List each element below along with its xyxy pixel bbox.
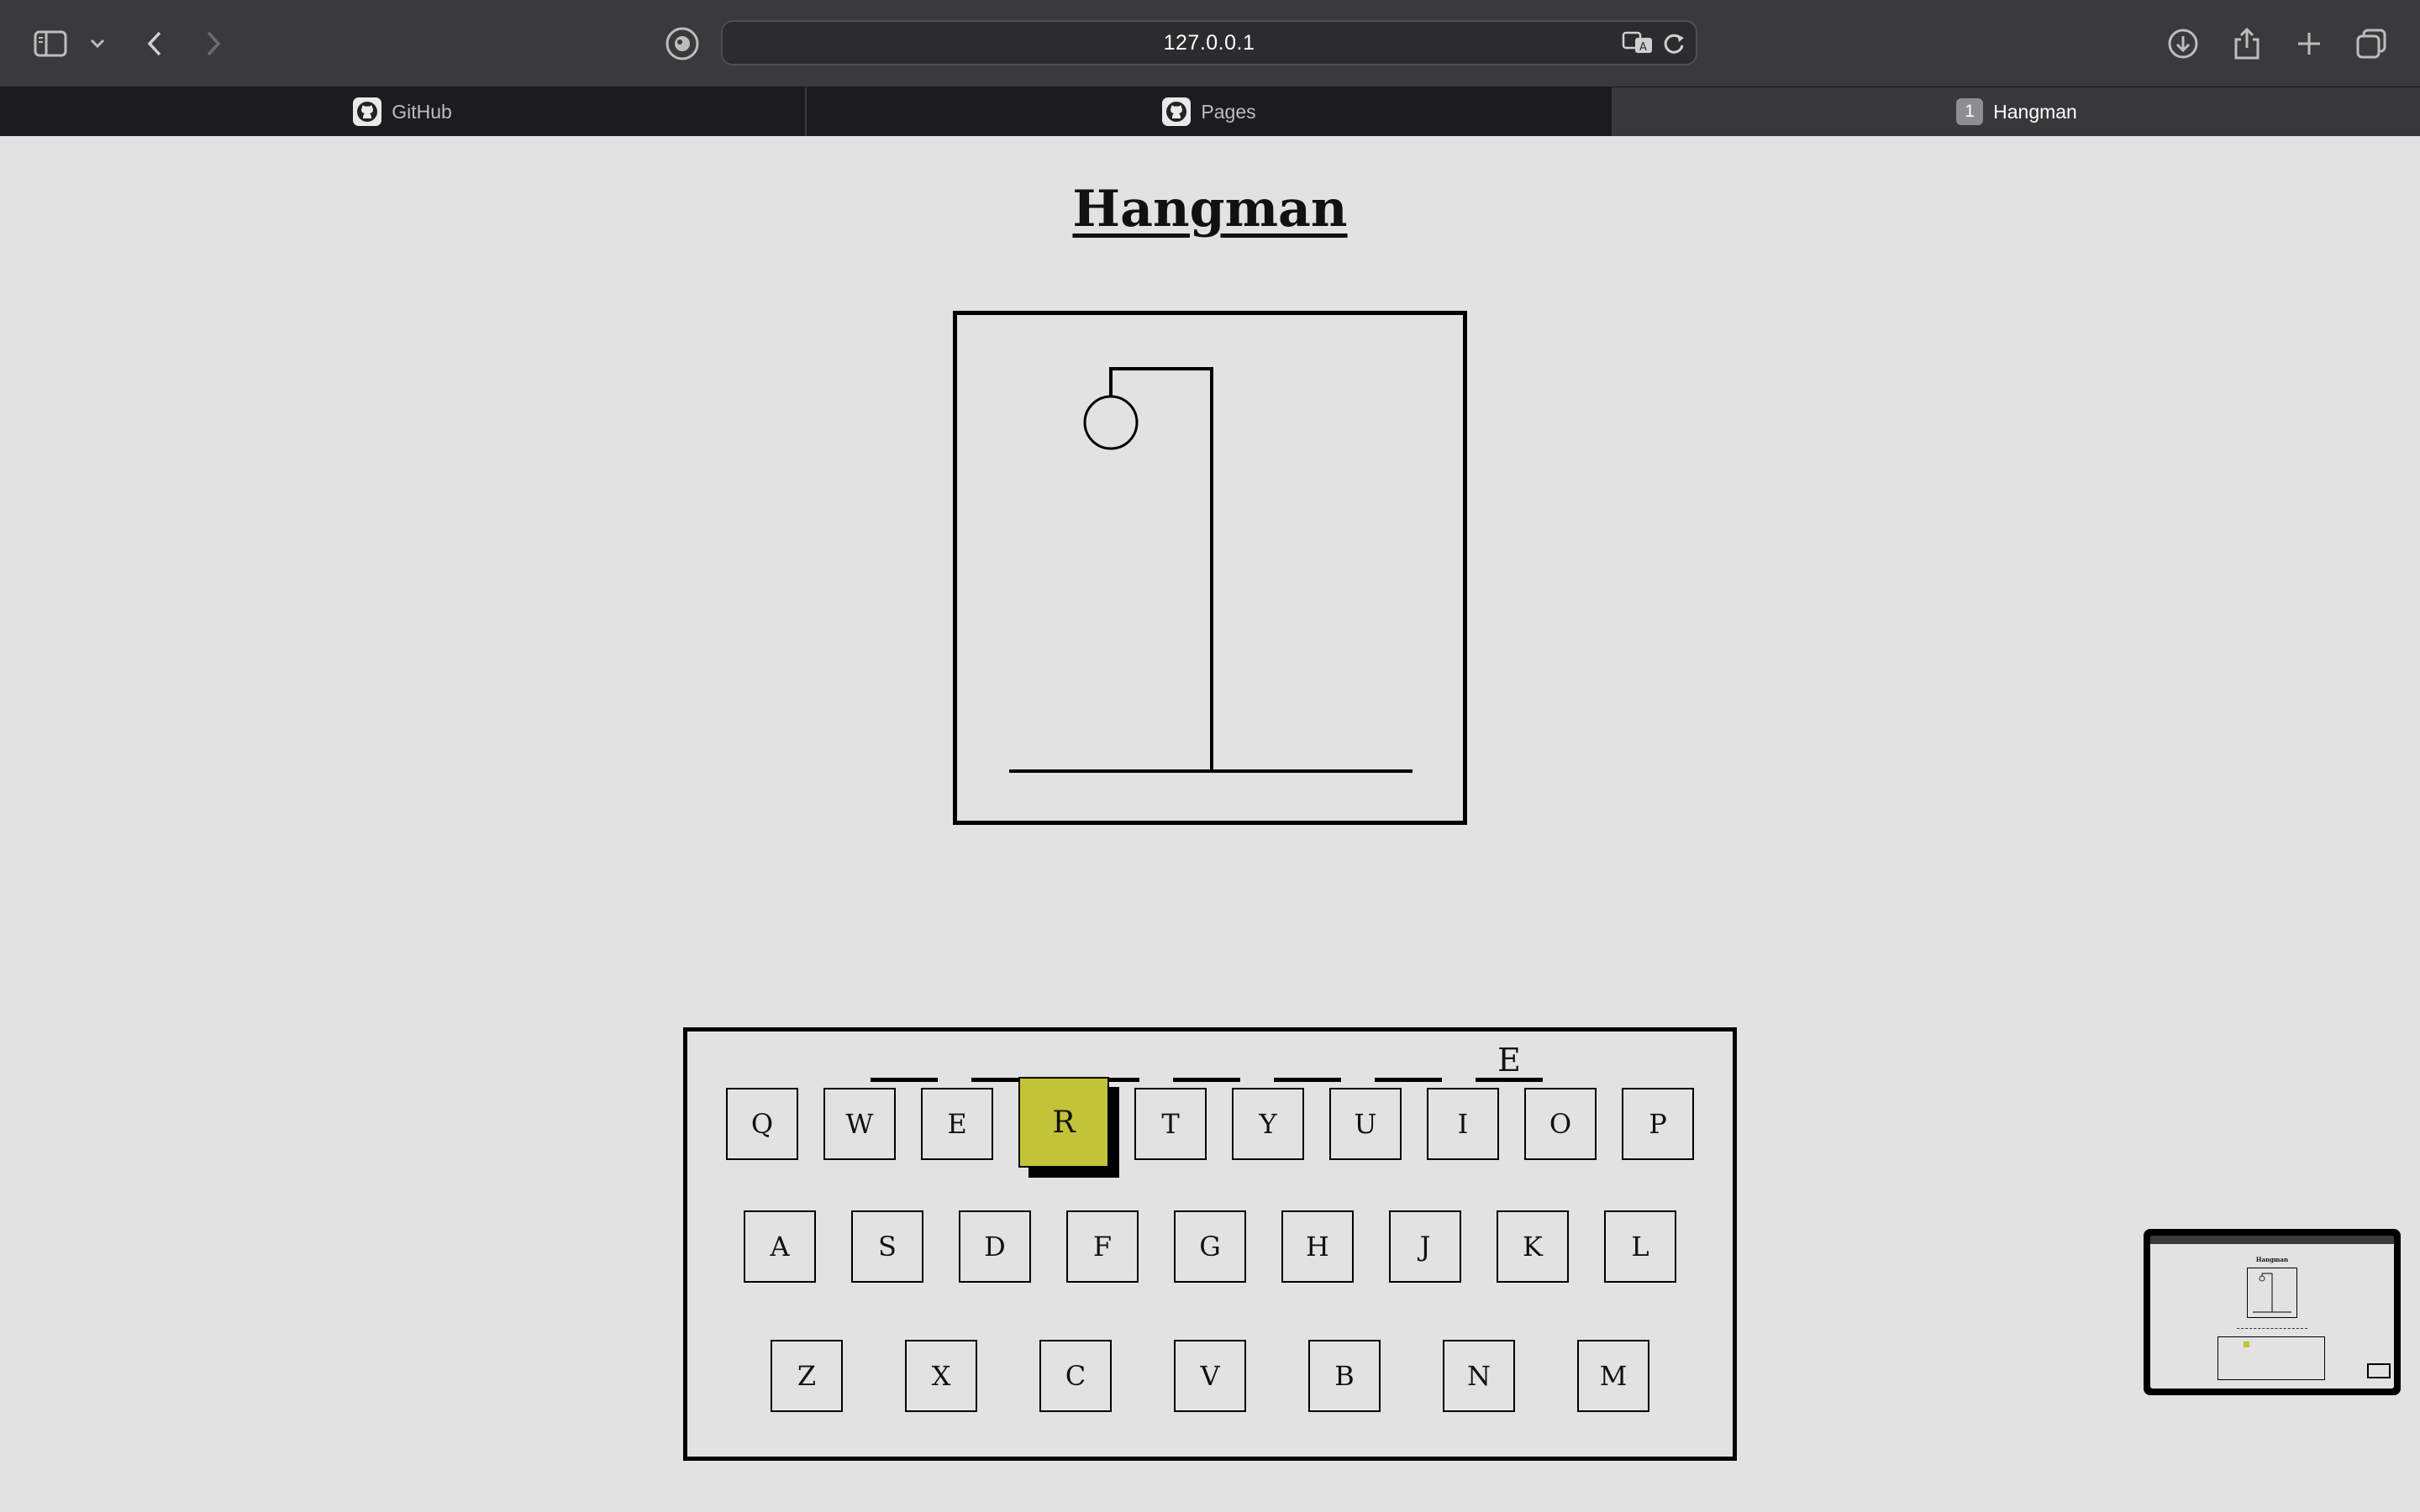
key-k[interactable]: K	[1497, 1210, 1569, 1283]
tab-number-badge: 1	[1956, 98, 1984, 125]
keyboard-row-3: Z X C V B N M	[687, 1340, 1733, 1412]
key-m[interactable]: M	[1577, 1340, 1649, 1412]
thumbnail-keyboard	[2217, 1336, 2325, 1380]
key-w[interactable]: W	[823, 1088, 896, 1160]
github-icon	[1162, 97, 1192, 126]
tab-overview-icon[interactable]	[2348, 20, 2395, 67]
url-text: 127.0.0.1	[1163, 31, 1255, 55]
tab-label: GitHub	[392, 100, 452, 123]
thumbnail-word	[2237, 1328, 2307, 1330]
key-u[interactable]: U	[1329, 1088, 1402, 1160]
tab-label: Hangman	[1993, 100, 2077, 123]
thumbnail-content: Hangman	[2150, 1236, 2394, 1389]
key-n[interactable]: N	[1443, 1340, 1515, 1412]
keyboard-row-2: A S D F G H J K L	[687, 1210, 1733, 1283]
translate-icon[interactable]: A	[1622, 30, 1654, 60]
thumbnail-gallows	[2247, 1268, 2297, 1318]
tab-label: Pages	[1201, 100, 1256, 123]
key-q[interactable]: Q	[726, 1088, 798, 1160]
thumbnail-title: Hangman	[2255, 1256, 2289, 1263]
page-thumbnail-preview[interactable]: Hangman	[2144, 1229, 2401, 1395]
key-x[interactable]: X	[905, 1340, 977, 1412]
page-content: Hangman E Q W E R T Y U I O P A S D F G …	[0, 136, 2420, 1512]
keyboard-row-1: Q W E R T Y U I O P	[687, 1077, 1733, 1169]
tab-hangman[interactable]: 1 Hangman	[1613, 87, 2420, 136]
back-icon[interactable]	[131, 20, 178, 67]
key-p[interactable]: P	[1622, 1088, 1694, 1160]
sidebar-toggle-icon[interactable]	[27, 20, 74, 67]
key-i[interactable]: I	[1427, 1088, 1499, 1160]
key-b[interactable]: B	[1308, 1340, 1381, 1412]
key-h[interactable]: H	[1281, 1210, 1354, 1283]
privacy-shield-icon[interactable]	[659, 20, 706, 67]
forward-icon[interactable]	[190, 20, 237, 67]
thumbnail-viewport-indicator	[2367, 1363, 2391, 1378]
key-c[interactable]: C	[1039, 1340, 1112, 1412]
key-j[interactable]: J	[1389, 1210, 1461, 1283]
key-y[interactable]: Y	[1232, 1088, 1304, 1160]
gallows-svg	[1009, 367, 1413, 773]
address-bar[interactable]: 127.0.0.1 A	[721, 20, 1697, 66]
tab-bar: GitHub Pages 1 Hangman	[0, 87, 2420, 136]
key-l[interactable]: L	[1604, 1210, 1676, 1283]
key-r-selected[interactable]: R	[1018, 1077, 1109, 1168]
letter-keyboard: Q W E R T Y U I O P A S D F G H J K L Z …	[683, 1027, 1737, 1461]
key-e[interactable]: E	[921, 1088, 993, 1160]
key-z[interactable]: Z	[771, 1340, 843, 1412]
key-a[interactable]: A	[744, 1210, 816, 1283]
hangman-drawing	[953, 311, 1467, 825]
chevron-down-icon[interactable]	[76, 20, 119, 67]
key-d[interactable]: D	[959, 1210, 1031, 1283]
page-title: Hangman	[1072, 180, 1348, 239]
github-icon	[353, 97, 382, 126]
key-v[interactable]: V	[1174, 1340, 1246, 1412]
download-icon[interactable]	[2160, 20, 2207, 67]
key-g[interactable]: G	[1174, 1210, 1246, 1283]
thumbnail-toolbar	[2150, 1236, 2394, 1244]
tab-pages[interactable]: Pages	[807, 87, 1613, 136]
key-s[interactable]: S	[851, 1210, 923, 1283]
key-f[interactable]: F	[1066, 1210, 1139, 1283]
hangman-head	[1083, 395, 1139, 450]
thumbnail-selected-key	[2244, 1341, 2249, 1347]
tab-github[interactable]: GitHub	[0, 87, 807, 136]
key-t[interactable]: T	[1134, 1088, 1207, 1160]
key-o[interactable]: O	[1524, 1088, 1597, 1160]
browser-toolbar: 127.0.0.1 A	[0, 0, 2420, 87]
new-tab-icon[interactable]	[2286, 20, 2333, 67]
svg-text:A: A	[1639, 41, 1647, 54]
share-icon[interactable]	[2223, 20, 2270, 67]
reload-icon[interactable]	[1662, 32, 1686, 60]
